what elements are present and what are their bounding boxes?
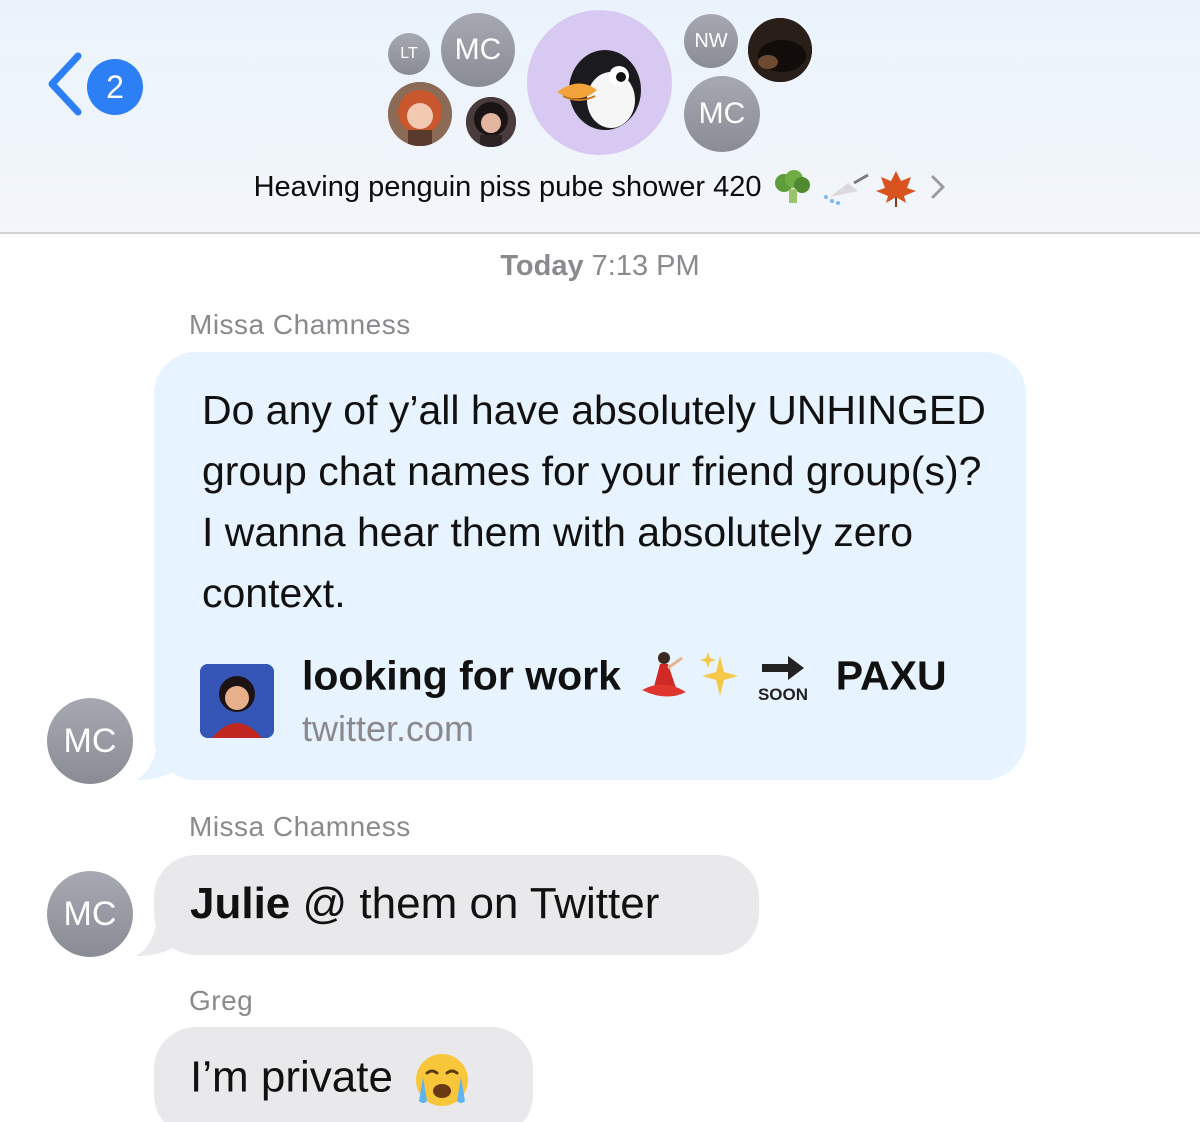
mention[interactable]: Julie <box>190 879 290 928</box>
link-title-emojis: SOON <box>642 652 808 704</box>
message-text: Julie @ them on Twitter <box>190 879 659 929</box>
avatar-photo[interactable] <box>466 97 516 147</box>
chevron-right-icon <box>931 175 945 199</box>
link-preview-title: looking for work SOON PAXU <box>302 648 947 704</box>
conversation-header: 2 LT MC NW MC Heaving penguin piss pube … <box>0 0 1200 234</box>
avatar-photo[interactable] <box>388 82 452 146</box>
soon-arrow-icon: SOON <box>758 656 808 704</box>
message-text-rest: @ them on Twitter <box>290 879 660 928</box>
message-text-row: I’m private <box>190 1051 471 1109</box>
chevron-left-icon <box>48 52 82 116</box>
message-bubble[interactable]: Julie @ them on Twitter <box>154 855 759 955</box>
message-text: Do any of y’all have absolutely UNHINGED… <box>202 387 986 616</box>
sender-name: Greg <box>189 985 254 1016</box>
message-text: I’m private <box>190 1052 393 1102</box>
group-name-row[interactable]: Heaving penguin piss pube shower 420 <box>0 164 1200 210</box>
penguin-icon <box>557 50 641 130</box>
group-name: Heaving penguin piss pube shower 420 <box>253 171 762 203</box>
cat-image <box>748 18 812 82</box>
messages-screen: 2 LT MC NW MC Heaving penguin piss pube … <box>0 0 1200 1122</box>
crying-face-icon <box>416 1054 469 1106</box>
svg-text:SOON: SOON <box>758 685 808 704</box>
link-title-end: PAXU <box>835 652 947 699</box>
shower-icon <box>823 173 869 205</box>
unread-count-badge: 2 <box>87 59 143 115</box>
group-avatar[interactable] <box>527 10 672 155</box>
broccoli-icon <box>774 170 810 203</box>
sender-name: Missa Chamness <box>189 811 411 842</box>
sender-name: Missa Chamness <box>189 309 411 340</box>
sparkles-icon <box>700 652 739 696</box>
group-name-emojis <box>774 170 916 207</box>
sender-avatar[interactable]: MC <box>47 698 133 784</box>
sender-avatar[interactable]: MC <box>47 871 133 957</box>
link-preview[interactable]: looking for work SOON PAXU twitter.com <box>200 642 1000 762</box>
message-bubble[interactable]: Do any of y’all have absolutely UNHINGED… <box>154 352 1026 780</box>
message-timestamp: Today 7:13 PM <box>0 250 1200 283</box>
avatar-nw[interactable]: NW <box>684 14 738 68</box>
avatar-photo[interactable] <box>748 18 812 82</box>
dancer-icon <box>642 652 687 697</box>
portrait-image <box>466 97 516 147</box>
timestamp-day: Today <box>500 250 584 282</box>
portrait-image <box>388 82 452 146</box>
avatar-mc[interactable]: MC <box>684 76 760 152</box>
portrait-image <box>200 664 274 738</box>
link-title-start: looking for work <box>302 652 621 699</box>
back-button[interactable]: 2 <box>44 48 154 118</box>
timestamp-time: 7:13 PM <box>591 250 700 282</box>
avatar-mc[interactable]: MC <box>441 13 515 87</box>
maple-leaf-icon <box>875 171 916 207</box>
link-preview-domain: twitter.com <box>302 708 475 749</box>
avatar-lt[interactable]: LT <box>388 33 430 75</box>
message-bubble[interactable]: I’m private <box>154 1027 533 1122</box>
link-preview-thumbnail <box>200 664 274 738</box>
